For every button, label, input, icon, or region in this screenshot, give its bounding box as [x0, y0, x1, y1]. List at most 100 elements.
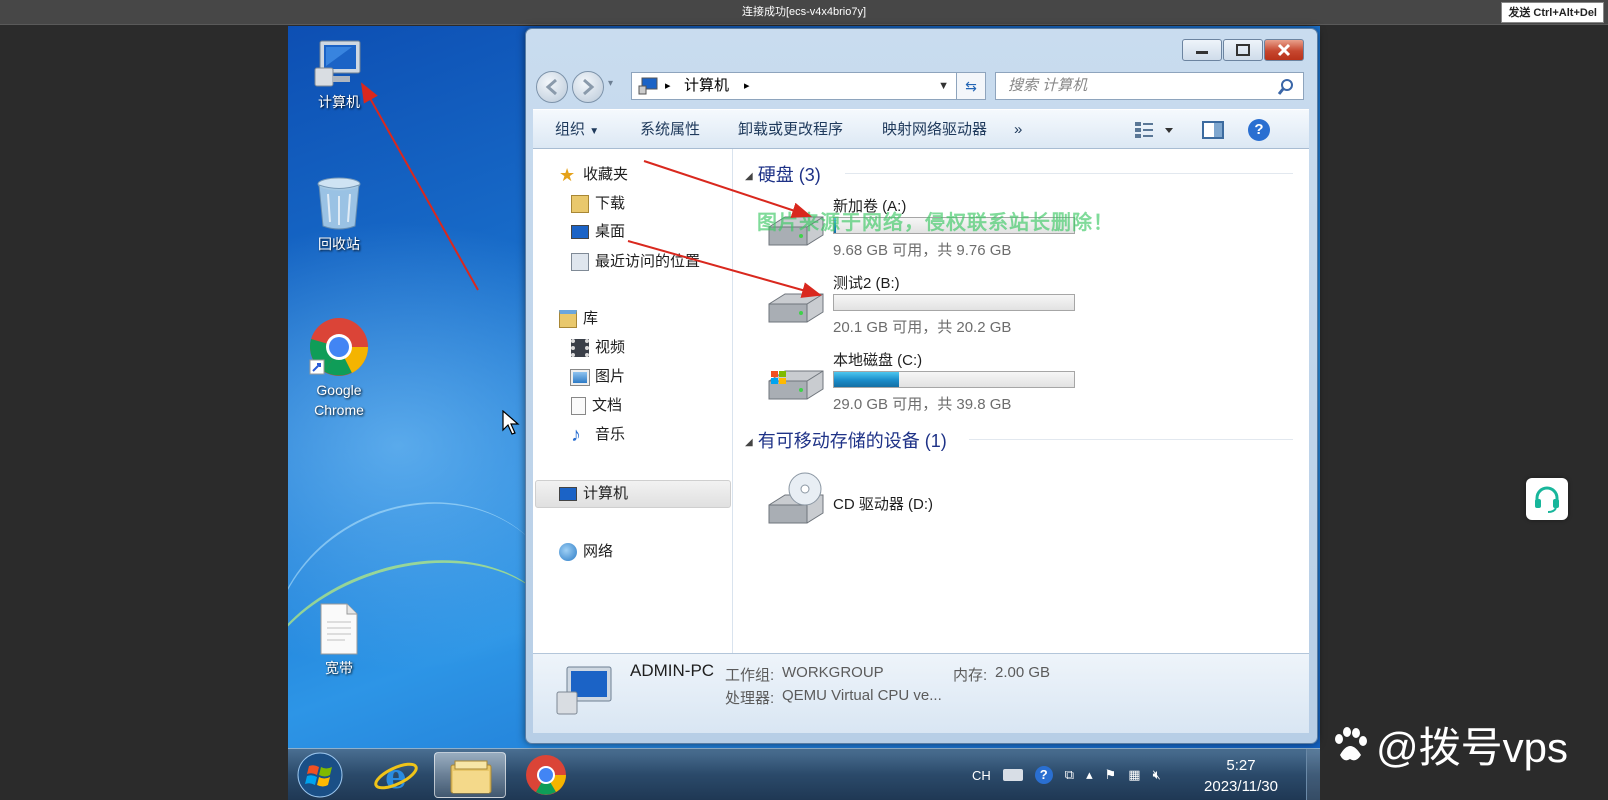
desktop-icon-computer[interactable]: 计算机 [299, 38, 379, 112]
desktop-icon-label: 宽带 [325, 660, 353, 676]
drive-usage-fill [834, 372, 899, 387]
address-dropdown-icon[interactable]: ▼ [938, 73, 949, 99]
nav-downloads[interactable]: 下载 [571, 192, 625, 216]
refresh-button[interactable]: ⇆ [956, 72, 986, 100]
close-icon [1277, 43, 1291, 57]
nav-label: 最近访问的位置 [595, 253, 701, 270]
desktop-icon-label: Chrome [314, 402, 364, 418]
nav-libraries[interactable]: 库 [559, 307, 598, 331]
desktop-icon-chrome[interactable]: Google Chrome [299, 316, 379, 420]
star-icon: ★ [559, 165, 576, 185]
clock[interactable]: 5:27 2023/11/30 [1204, 755, 1278, 797]
action-center-icon[interactable]: ⚑ [1105, 767, 1117, 783]
maximize-button[interactable] [1223, 39, 1263, 61]
map-network-drive-button[interactable]: 映射网络驱动器 [882, 110, 987, 150]
clock-date: 2023/11/30 [1204, 778, 1278, 795]
recent-places-icon [571, 253, 589, 271]
libraries-icon [559, 310, 577, 328]
memory-label: 内存: [953, 667, 988, 684]
show-desktop-button[interactable] [1306, 749, 1320, 800]
nav-computer[interactable]: 计算机 [559, 482, 628, 506]
back-arrow-icon [545, 78, 557, 96]
group-title: 有可移动存储的设备 (1) [757, 431, 947, 451]
forward-arrow-icon [583, 78, 595, 96]
nav-desktop[interactable]: 桌面 [571, 220, 625, 244]
drive-usage-bar [833, 294, 1075, 311]
drive-space-info: 29.0 GB 可用，共 39.8 GB [833, 396, 1012, 413]
command-bar: 组织 ▼ 系统属性 卸载或更改程序 映射网络驱动器 » ? [533, 109, 1309, 149]
brand-text: @拨号vps [1376, 724, 1568, 771]
network-globe-icon [559, 543, 577, 561]
address-bar[interactable]: ▸ 计算机 ▸ ▼ [631, 72, 958, 100]
nav-label: 图片 [595, 368, 626, 385]
computer-icon [638, 77, 658, 95]
hard-drive-icon [768, 293, 824, 323]
headset-icon [1535, 486, 1559, 513]
network-icon[interactable]: ▦ [1128, 767, 1140, 783]
drive-c[interactable]: 本地磁盘 (C:) 29.0 GB 可用，共 39.8 GB [765, 349, 1105, 425]
nav-pictures[interactable]: 图片 [570, 365, 626, 389]
group-title: 硬盘 (3) [757, 165, 821, 185]
volume-muted-icon[interactable]: 🔇︎ [1153, 767, 1161, 783]
back-button[interactable] [536, 71, 568, 103]
search-input[interactable]: 搜索 计算机 [995, 72, 1304, 100]
breadcrumb-computer[interactable]: 计算机 [684, 73, 729, 99]
memory-value: 2.00 GB [995, 664, 1051, 681]
send-ctrl-alt-del-button[interactable]: 发送 Ctrl+Alt+Del [1501, 2, 1604, 23]
group-divider [845, 173, 1293, 174]
minimize-button[interactable] [1182, 39, 1222, 61]
view-options-icon [1135, 122, 1173, 139]
close-button[interactable] [1264, 39, 1304, 61]
language-indicator[interactable]: CH [972, 768, 991, 783]
drive-d[interactable]: CD 驱动器 (D:) [765, 471, 1105, 547]
navigation-bar: ▾ ▸ 计算机 ▸ ▼ [536, 70, 958, 103]
desktop-icon-label: 回收站 [318, 236, 360, 252]
taskbar-ie-button[interactable]: e [360, 752, 432, 798]
change-view-button[interactable] [1133, 110, 1177, 150]
breadcrumb-arrow-icon[interactable]: ▸ [665, 73, 671, 99]
uninstall-program-button[interactable]: 卸载或更改程序 [738, 110, 843, 150]
mouse-cursor-icon [502, 410, 520, 435]
keyboard-icon[interactable] [1002, 769, 1023, 781]
nav-network[interactable]: 网络 [559, 540, 613, 564]
group-removable[interactable]: ◢ 有可移动存储的设备 (1) [745, 427, 1293, 453]
more-commands-button[interactable]: » [1014, 110, 1022, 150]
details-pane: ADMIN-PC 工作组: WORKGROUP 内存: 2.00 GB 处理器:… [533, 653, 1309, 733]
group-hard-disks[interactable]: ◢ 硬盘 (3) [745, 161, 1293, 187]
nav-videos[interactable]: 视频 [571, 336, 625, 360]
chrome-icon [526, 755, 566, 795]
restore-icon[interactable]: ⧉ [1065, 767, 1074, 783]
system-tray: CH ? ⧉ ▴ ⚑ ▦ 🔇︎ [972, 749, 1161, 800]
paw-logo-icon [1335, 726, 1367, 760]
desktop-icon-recycle-bin[interactable]: 回收站 [299, 176, 379, 254]
show-hidden-icons-icon[interactable]: ▴ [1086, 767, 1093, 783]
desktop-icon-broadband[interactable]: 宽带 [299, 602, 379, 678]
document-icon [571, 397, 586, 415]
start-button-icon[interactable] [296, 752, 344, 798]
drive-usage-bar [833, 371, 1075, 388]
taskbar-explorer-button[interactable] [434, 752, 506, 798]
help-icon[interactable]: ? [1034, 766, 1053, 784]
watermark-text: 图片来源于网络，侵权联系站长删除！ [757, 212, 1114, 234]
drive-b[interactable]: 测试2 (B:) 20.1 GB 可用，共 20.2 GB [765, 272, 1105, 348]
chrome-icon [309, 318, 369, 376]
support-button[interactable] [1526, 478, 1568, 520]
system-properties-button[interactable]: 系统属性 [640, 110, 700, 150]
organize-button[interactable]: 组织 ▼ [555, 110, 599, 152]
help-button[interactable]: ? [1248, 110, 1270, 150]
preview-pane-button[interactable] [1202, 110, 1224, 150]
forward-button[interactable] [572, 71, 604, 103]
desktop-icon-label: 计算机 [318, 94, 360, 110]
history-dropdown-icon[interactable]: ▾ [608, 78, 613, 89]
document-icon [320, 603, 358, 655]
downloads-folder-icon [571, 195, 589, 213]
breadcrumb-arrow-icon[interactable]: ▸ [744, 73, 750, 99]
taskbar-chrome-button[interactable] [510, 752, 582, 798]
picture-icon [570, 368, 590, 386]
music-note-icon: ♪ [571, 424, 581, 446]
preview-pane-icon [1202, 121, 1224, 140]
nav-recent-places[interactable]: 最近访问的位置 [571, 250, 700, 274]
nav-favorites[interactable]: ★ 收藏夹 [559, 163, 628, 187]
nav-music[interactable]: ♪ 音乐 [571, 423, 625, 447]
nav-documents[interactable]: 文档 [571, 394, 622, 418]
